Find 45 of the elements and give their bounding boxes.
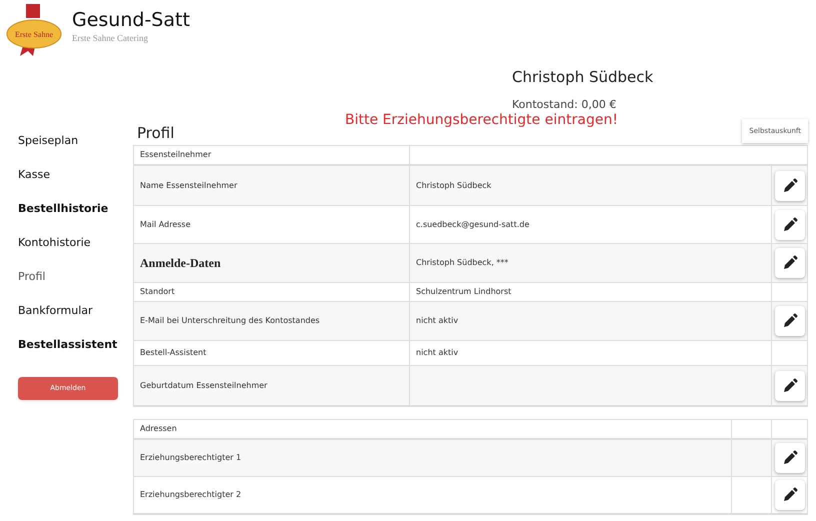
row-value: nicht aktiv — [416, 315, 458, 327]
sidebar-item[interactable]: Profil — [18, 269, 133, 303]
pencil-icon — [782, 450, 798, 466]
pencil-icon — [782, 378, 798, 394]
edit-button[interactable] — [774, 480, 804, 510]
logo-drawing: Erste Sahne — [6, 4, 62, 56]
brand-title: Gesund-Satt — [72, 8, 190, 32]
row-value: Christoph Südbeck, *** — [416, 257, 508, 269]
row-label: Standort — [134, 283, 410, 301]
row-label: Name Essensteilnehmer — [134, 166, 410, 205]
edit-button[interactable] — [774, 210, 804, 240]
pencil-icon — [782, 178, 798, 194]
row-label: Mail Adresse — [134, 206, 410, 243]
brand-subtitle: Erste Sahne Catering — [72, 32, 149, 45]
sidebar-item[interactable]: Kontohistorie — [18, 235, 133, 269]
edit-button[interactable] — [774, 306, 804, 336]
sidebar-item[interactable]: Kasse — [18, 167, 133, 201]
sidebar-item[interactable]: Bestellhistorie — [18, 201, 133, 235]
edit-button[interactable] — [774, 170, 804, 200]
edit-button[interactable] — [774, 370, 804, 400]
row-value: c.suedbeck@gesund-satt.de — [416, 218, 530, 230]
row-value: Schulzentrum Lindhorst — [416, 286, 512, 298]
warning-text: Bitte Erziehungsberechtigte eintragen! — [345, 111, 618, 130]
table-header: Adressen — [139, 423, 178, 435]
row-value: nicht aktiv — [416, 347, 458, 359]
edit-button[interactable] — [774, 248, 804, 278]
sidebar-item[interactable]: Speiseplan — [18, 133, 133, 167]
sidebar-item[interactable]: Bankformular — [18, 303, 133, 337]
row-label: Anmelde-Daten — [134, 244, 410, 282]
pencil-icon — [782, 255, 798, 271]
row-label: Erziehungsberechtigter 2 — [139, 489, 242, 501]
pencil-icon — [782, 216, 798, 232]
page-title: Profil — [137, 122, 174, 144]
user-name: Christoph Südbeck — [512, 67, 654, 88]
row-label: Bestell-Assistent — [134, 341, 410, 365]
row-label: Erziehungsberechtigter 1 — [139, 452, 242, 464]
account-balance: Kontostand: 0,00 € — [512, 96, 616, 112]
row-value: Christoph Südbeck — [416, 180, 492, 192]
pencil-icon — [782, 313, 798, 329]
table-header: Essensteilnehmer — [134, 146, 410, 164]
pencil-icon — [782, 487, 798, 503]
edit-button[interactable] — [774, 443, 804, 473]
sidebar-item[interactable]: Bestellassistent — [18, 337, 133, 371]
row-label: E-Mail bei Unterschreitung des Kontostandes — [134, 302, 410, 340]
row-label: Geburtdatum Essensteilnehmer — [134, 366, 410, 405]
